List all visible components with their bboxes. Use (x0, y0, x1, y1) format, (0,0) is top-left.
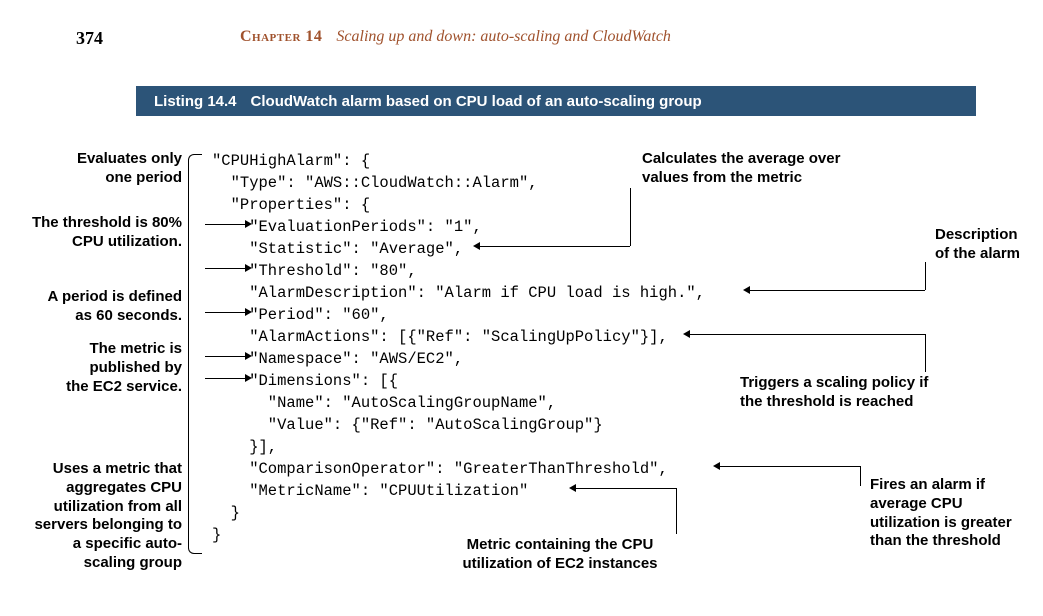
annotation-description: Descriptionof the alarm (935, 226, 1035, 264)
chapter-label: Chapter 14 (240, 28, 322, 45)
code-line: "Properties": { (212, 196, 370, 214)
code-line: "Statistic": "Average", (212, 240, 463, 258)
connector (205, 378, 245, 379)
arrow-right-icon (245, 220, 252, 228)
annotation-period: A period is definedas 60 seconds. (16, 288, 182, 326)
code-bracket (188, 154, 202, 554)
code-line: "AlarmActions": [{"Ref": "ScalingUpPolic… (212, 328, 668, 346)
arrow-left-icon (743, 286, 750, 294)
listing-label: Listing 14.4 (154, 93, 237, 110)
connector (480, 246, 630, 247)
annotation-namespace: The metric ispublished bythe EC2 service… (36, 340, 182, 396)
arrow-left-icon (683, 330, 690, 338)
connector (205, 224, 245, 225)
code-line: } (212, 504, 240, 522)
annotation-metric-name: Metric containing the CPUutilization of … (420, 536, 700, 574)
page-number: 374 (76, 28, 103, 49)
annotation-actions: Triggers a scaling policy ifthe threshol… (740, 374, 980, 412)
code-line: "MetricName": "CPUUtilization" (212, 482, 528, 500)
code-line: "Type": "AWS::CloudWatch::Alarm", (212, 174, 538, 192)
annotation-eval-periods: Evaluates onlyone period (24, 150, 182, 188)
code-line: "Name": "AutoScalingGroupName", (212, 394, 556, 412)
arrow-left-icon (473, 242, 480, 250)
code-line: "AlarmDescription": "Alarm if CPU load i… (212, 284, 705, 302)
annotation-statistic: Calculates the average overvalues from t… (642, 150, 902, 188)
connector (720, 466, 860, 467)
code-line: }], (212, 438, 277, 456)
code-line: "Dimensions": [{ (212, 372, 398, 390)
annotation-comparison: Fires an alarm ifaverage CPUutilization … (870, 476, 1040, 551)
arrow-right-icon (245, 264, 252, 272)
code-line: "Threshold": "80", (212, 262, 417, 280)
connector (630, 188, 631, 246)
arrow-right-icon (245, 352, 252, 360)
chapter-title: Scaling up and down: auto-scaling and Cl… (336, 28, 671, 45)
connector (205, 356, 245, 357)
code-line: "EvaluationPeriods": "1", (212, 218, 482, 236)
annotation-dimensions: Uses a metric thataggregates CPUutilizat… (20, 460, 182, 573)
connector (676, 488, 677, 534)
annotation-threshold: The threshold is 80%CPU utilization. (10, 214, 182, 252)
listing-title: CloudWatch alarm based on CPU load of an… (251, 93, 702, 110)
listing-header: Listing 14.4 CloudWatch alarm based on C… (136, 86, 976, 116)
code-line: "Period": "60", (212, 306, 389, 324)
arrow-right-icon (245, 308, 252, 316)
code-line: "ComparisonOperator": "GreaterThanThresh… (212, 460, 668, 478)
connector (925, 334, 926, 372)
code-line: "Value": {"Ref": "AutoScalingGroup"} (212, 416, 603, 434)
connector (205, 268, 245, 269)
arrow-left-icon (713, 462, 720, 470)
chapter-header: Chapter 14 Scaling up and down: auto-sca… (240, 28, 671, 46)
connector (750, 290, 925, 291)
code-line: "CPUHighAlarm": { (212, 152, 370, 170)
connector (576, 488, 676, 489)
connector (205, 312, 245, 313)
connector (860, 466, 861, 486)
code-line: } (212, 526, 221, 544)
connector (925, 262, 926, 290)
connector (690, 334, 925, 335)
arrow-left-icon (569, 484, 576, 492)
arrow-right-icon (245, 374, 252, 382)
